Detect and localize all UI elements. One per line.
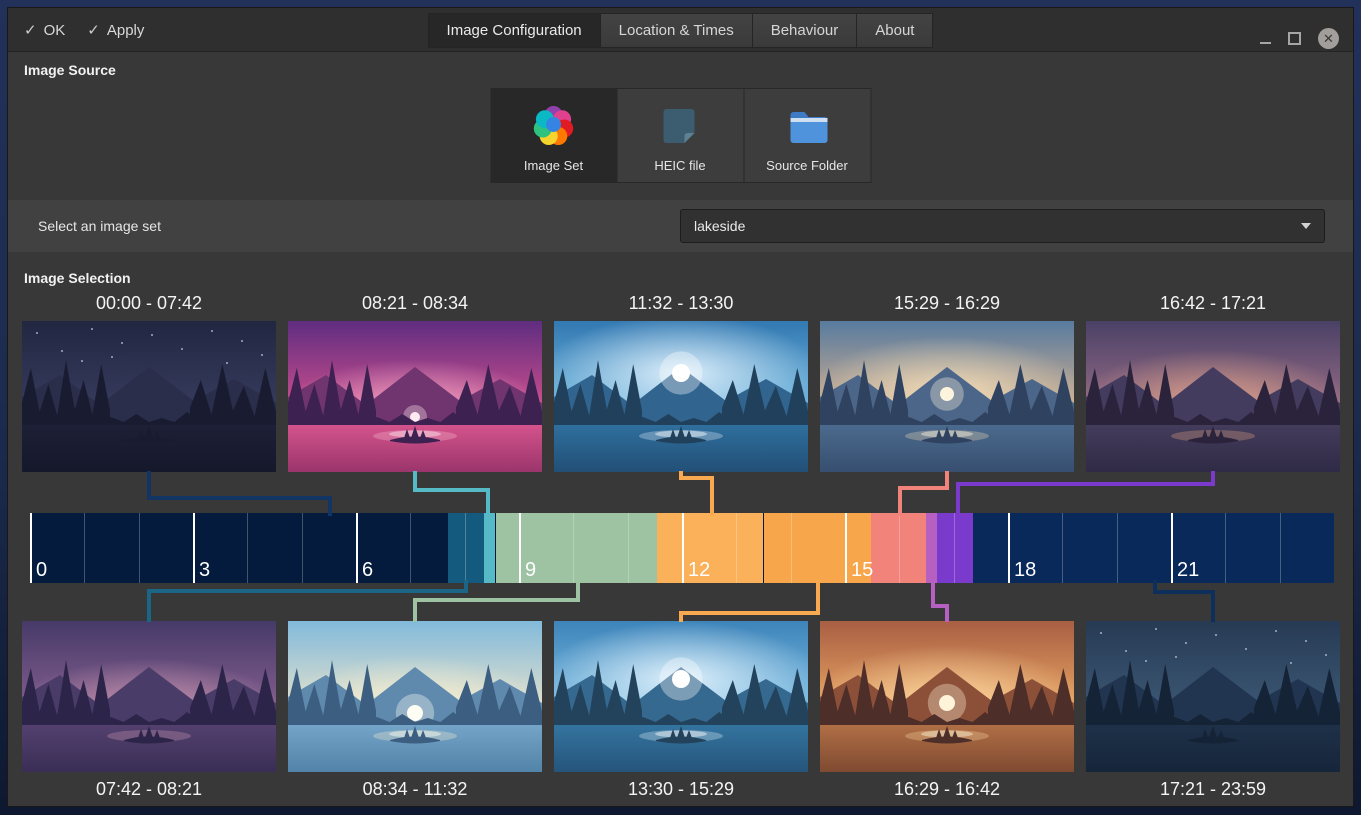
time-range-label: 13:30 - 15:29 xyxy=(548,779,814,800)
wallpaper-thumbnail[interactable] xyxy=(1086,621,1340,772)
time-range-label: 15:29 - 16:29 xyxy=(814,293,1080,314)
check-icon: ✓ xyxy=(24,21,37,39)
timeline-segment xyxy=(926,513,938,583)
close-icon[interactable]: ✕ xyxy=(1318,28,1339,49)
source-option-heic-file[interactable]: HEIC file xyxy=(617,88,744,183)
wallpaper-thumbnail[interactable] xyxy=(288,621,542,772)
ok-button-label: OK xyxy=(44,22,66,39)
hour-divider xyxy=(628,513,629,583)
wallpaper-thumbnail[interactable] xyxy=(22,621,276,772)
hour-label: 15 xyxy=(851,559,873,582)
hour-divider xyxy=(682,513,684,583)
hour-divider xyxy=(791,513,792,583)
image-set-select-row: Select an image set lakeside xyxy=(8,200,1353,252)
hour-label: 21 xyxy=(1177,559,1199,582)
maximize-icon[interactable] xyxy=(1288,32,1301,45)
hour-divider xyxy=(410,513,411,583)
image-set-dropdown[interactable]: lakeside xyxy=(680,209,1325,243)
hour-divider xyxy=(1062,513,1063,583)
time-range-label: 07:42 - 08:21 xyxy=(16,779,282,800)
tab-about[interactable]: About xyxy=(857,13,933,48)
image-source-heading: Image Source xyxy=(24,62,116,78)
hour-divider xyxy=(84,513,85,583)
image-set-icon xyxy=(530,102,578,155)
tab-image-configuration[interactable]: Image Configuration xyxy=(428,13,601,48)
hour-label: 18 xyxy=(1014,559,1036,582)
wallpaper-thumbnail[interactable] xyxy=(22,321,276,472)
heic-file-icon xyxy=(656,102,704,155)
source-option-label: Image Set xyxy=(524,158,583,173)
tab-label: Location & Times xyxy=(619,22,734,39)
hour-divider xyxy=(519,513,521,583)
hour-label: 12 xyxy=(688,559,710,582)
day-timeline: 0 3 6 9 12 15 18 21 xyxy=(30,513,1334,583)
hour-label: 0 xyxy=(36,559,47,582)
hour-divider xyxy=(845,513,847,583)
hour-label: 3 xyxy=(199,559,210,582)
tab-bar: Image Configuration Location & Times Beh… xyxy=(428,13,934,48)
source-option-source-folder[interactable]: Source Folder xyxy=(744,88,871,183)
hour-label: 9 xyxy=(525,559,536,582)
source-type-group: Image Set HEIC file Source Folder xyxy=(490,88,871,183)
hour-divider xyxy=(247,513,248,583)
ok-button[interactable]: ✓ OK xyxy=(24,21,65,39)
source-folder-icon xyxy=(783,102,831,155)
timeline-segment xyxy=(484,513,496,583)
time-range-label: 16:42 - 17:21 xyxy=(1080,293,1346,314)
hour-divider xyxy=(1171,513,1173,583)
wallpaper-thumbnail[interactable] xyxy=(554,321,808,472)
source-option-image-set[interactable]: Image Set xyxy=(490,88,617,183)
hour-divider xyxy=(465,513,466,583)
image-set-dropdown-value: lakeside xyxy=(694,218,745,234)
time-range-label: 00:00 - 07:42 xyxy=(16,293,282,314)
chevron-down-icon xyxy=(1301,223,1311,229)
timeline-segment xyxy=(448,513,483,583)
hour-divider xyxy=(1117,513,1118,583)
hour-divider xyxy=(1225,513,1226,583)
select-image-set-label: Select an image set xyxy=(38,218,161,234)
tab-behaviour[interactable]: Behaviour xyxy=(753,13,858,48)
apply-button[interactable]: ✓ Apply xyxy=(87,21,144,39)
tab-label: Image Configuration xyxy=(447,22,582,39)
hour-divider xyxy=(302,513,303,583)
titlebar-actions: ✓ OK ✓ Apply xyxy=(24,8,144,52)
wallpaper-thumbnail[interactable] xyxy=(288,321,542,472)
hour-divider xyxy=(954,513,955,583)
time-range-label: 11:32 - 13:30 xyxy=(548,293,814,314)
timeline-segment xyxy=(937,513,972,583)
wallpaper-thumbnail[interactable] xyxy=(820,321,1074,472)
apply-button-label: Apply xyxy=(107,22,145,39)
hour-label: 6 xyxy=(362,559,373,582)
time-range-label: 08:34 - 11:32 xyxy=(282,779,548,800)
time-range-label: 17:21 - 23:59 xyxy=(1080,779,1346,800)
hour-divider xyxy=(573,513,574,583)
hour-divider xyxy=(193,513,195,583)
window-controls: ✕ xyxy=(1260,16,1339,60)
hour-divider xyxy=(356,513,358,583)
source-option-label: HEIC file xyxy=(654,158,705,173)
hour-divider xyxy=(30,513,32,583)
check-icon: ✓ xyxy=(87,21,100,39)
wallpaper-thumbnail[interactable] xyxy=(820,621,1074,772)
wallpaper-thumbnail[interactable] xyxy=(1086,321,1340,472)
timeline-segment xyxy=(30,513,448,583)
desktop-background: ✓ OK ✓ Apply Image Configuration Locatio… xyxy=(0,0,1361,815)
image-selection-heading: Image Selection xyxy=(24,270,131,286)
time-range-label: 08:21 - 08:34 xyxy=(282,293,548,314)
hour-divider xyxy=(139,513,140,583)
titlebar: ✓ OK ✓ Apply Image Configuration Locatio… xyxy=(8,8,1353,52)
tab-label: About xyxy=(875,22,914,39)
hour-divider xyxy=(1008,513,1010,583)
hour-divider xyxy=(899,513,900,583)
wallpaper-thumbnail[interactable] xyxy=(554,621,808,772)
time-range-label: 16:29 - 16:42 xyxy=(814,779,1080,800)
hour-divider xyxy=(736,513,737,583)
minimize-icon[interactable] xyxy=(1260,42,1271,44)
tab-label: Behaviour xyxy=(771,22,839,39)
tab-location-times[interactable]: Location & Times xyxy=(601,13,753,48)
source-option-label: Source Folder xyxy=(766,158,848,173)
hour-divider xyxy=(1280,513,1281,583)
